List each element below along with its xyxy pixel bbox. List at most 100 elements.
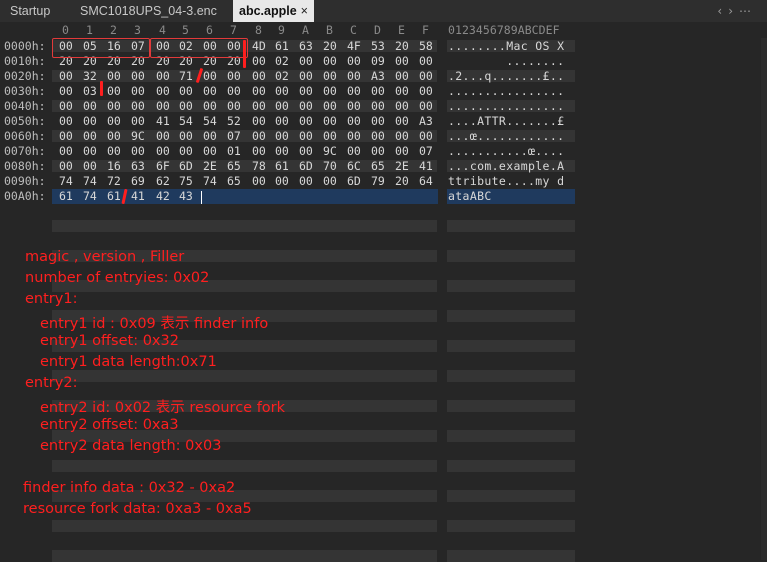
hex-byte[interactable]: 00 [347,99,361,113]
ascii-text[interactable]: ...........œ.... [448,144,564,158]
hex-byte[interactable]: 00 [59,84,73,98]
tab-abc-apple[interactable]: abc.apple × [233,0,314,22]
hex-byte[interactable]: 00 [252,84,266,98]
hex-byte[interactable]: 02 [275,54,289,68]
hex-byte[interactable]: 74 [203,174,217,188]
hex-byte[interactable]: A3 [371,69,385,83]
hex-byte[interactable]: 4F [347,39,361,53]
hex-byte[interactable]: 71 [179,69,193,83]
hex-byte[interactable]: 69 [131,174,145,188]
hex-byte[interactable]: 00 [203,84,217,98]
hex-byte[interactable]: 09 [371,54,385,68]
hex-byte[interactable]: 00 [275,114,289,128]
ascii-text[interactable]: ........ [448,54,564,68]
hex-byte[interactable]: 61 [107,189,121,203]
hex-byte[interactable]: 00 [203,129,217,143]
hex-row[interactable]: 0050h: 00 00 00 00 41 54 54 52 00 00 00 00 00 00 00 A3..… [0,114,767,129]
hex-byte[interactable]: 65 [227,174,241,188]
hex-byte[interactable]: 00 [275,99,289,113]
ascii-text[interactable]: ........Mac OS X [448,39,564,53]
hex-byte[interactable]: 07 [227,129,241,143]
hex-byte[interactable]: 32 [83,69,97,83]
hex-byte[interactable]: 00 [156,99,170,113]
hex-byte[interactable]: 63 [299,39,313,53]
hex-byte[interactable]: 00 [227,69,241,83]
nav-icon-group[interactable]: ‹›⋯ [717,4,757,18]
hex-byte[interactable]: 78 [252,159,266,173]
hex-byte[interactable]: 52 [227,114,241,128]
hex-byte[interactable]: 6C [347,159,361,173]
hex-byte[interactable]: 54 [179,114,193,128]
hex-byte[interactable]: 00 [107,129,121,143]
hex-byte[interactable]: 00 [323,99,337,113]
ascii-text[interactable]: ataABC [448,189,492,203]
hex-byte[interactable]: 53 [371,39,385,53]
hex-byte[interactable]: 00 [156,144,170,158]
hex-byte[interactable]: 00 [252,129,266,143]
hex-byte[interactable]: 00 [347,54,361,68]
hex-byte[interactable]: 00 [179,84,193,98]
hex-byte[interactable]: 00 [395,129,409,143]
tab-startup[interactable]: Startup [10,0,50,22]
hex-byte[interactable]: 00 [107,84,121,98]
hex-byte[interactable]: 07 [419,144,433,158]
hex-byte[interactable]: 16 [107,159,121,173]
hex-byte[interactable]: 00 [347,144,361,158]
hex-byte[interactable]: 00 [419,99,433,113]
ascii-text[interactable]: ................ [448,84,564,98]
hex-byte[interactable]: 00 [347,84,361,98]
hex-byte[interactable]: 61 [275,159,289,173]
hex-byte[interactable]: 00 [299,84,313,98]
hex-byte[interactable]: 00 [83,144,97,158]
hex-byte[interactable]: 41 [156,114,170,128]
hex-row[interactable]: 0020h: 00 32 00 00 00 71 00 00 00 02 00 00 00 A3 00 00 .2… [0,69,767,84]
tab-smc-enc[interactable]: SMC1018UPS_04-3.enc [80,0,217,22]
hex-byte[interactable]: 72 [107,174,121,188]
hex-byte[interactable]: 00 [419,84,433,98]
hex-byte[interactable]: 00 [395,54,409,68]
hex-byte[interactable]: 02 [275,69,289,83]
hex-byte[interactable]: 03 [83,84,97,98]
hex-byte[interactable]: 00 [179,144,193,158]
hex-byte[interactable]: 00 [419,129,433,143]
hex-byte[interactable]: 00 [371,144,385,158]
hex-byte[interactable]: 00 [323,69,337,83]
hex-byte[interactable]: 00 [252,174,266,188]
hex-byte[interactable]: 00 [179,129,193,143]
hex-byte[interactable]: 00 [395,99,409,113]
hex-byte[interactable]: 00 [83,114,97,128]
hex-byte[interactable]: 00 [371,129,385,143]
hex-byte[interactable]: 00 [156,84,170,98]
hex-byte[interactable]: 01 [227,144,241,158]
hex-byte[interactable]: 00 [371,99,385,113]
ascii-text[interactable]: ttribute....my d [448,174,564,188]
hex-byte[interactable]: 00 [323,129,337,143]
hex-byte[interactable]: 4D [252,39,266,53]
hex-byte[interactable]: 00 [179,99,193,113]
hex-byte[interactable]: 00 [252,144,266,158]
hex-byte[interactable]: 70 [323,159,337,173]
hex-byte[interactable]: 00 [299,114,313,128]
hex-byte[interactable]: 00 [395,114,409,128]
hex-byte[interactable]: 75 [179,174,193,188]
hex-byte[interactable]: 2E [395,159,409,173]
hex-byte[interactable]: 00 [131,114,145,128]
hex-row[interactable]: 0090h: 74 74 72 69 62 75 74 65 00 00 00 00 6D 79 20 64 tt… [0,174,767,189]
ascii-text[interactable]: ................ [448,99,564,113]
hex-byte[interactable]: 00 [131,84,145,98]
hex-byte[interactable]: 00 [275,84,289,98]
hex-byte[interactable]: 00 [131,144,145,158]
hex-byte[interactable]: 00 [107,114,121,128]
hex-byte[interactable]: 00 [83,159,97,173]
hex-byte[interactable]: 00 [59,99,73,113]
hex-row[interactable]: 0060h: 00 00 00 9C 00 00 00 07 00 00 00 00 00 00 00 00..… [0,129,767,144]
ascii-text[interactable]: ....ATTR.......£ [448,114,564,128]
hex-byte[interactable]: 00 [203,144,217,158]
hex-byte[interactable]: 79 [371,174,385,188]
hex-byte[interactable]: 00 [252,114,266,128]
hex-byte[interactable]: 00 [395,84,409,98]
hex-byte[interactable]: 00 [299,69,313,83]
hex-byte[interactable]: 00 [299,144,313,158]
hex-byte[interactable]: A3 [419,114,433,128]
hex-byte[interactable]: 00 [252,54,266,68]
